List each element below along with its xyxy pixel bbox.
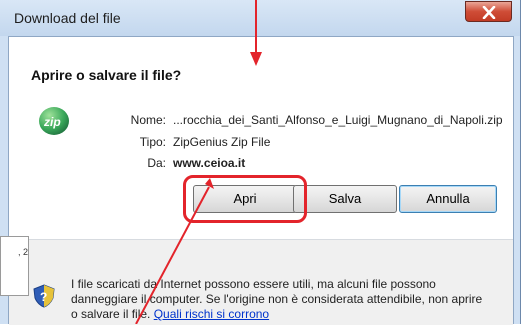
annotation-arrows: [135, 0, 262, 324]
arrow-up-annotation: [135, 178, 214, 324]
arrow-down-annotation: [250, 0, 262, 66]
